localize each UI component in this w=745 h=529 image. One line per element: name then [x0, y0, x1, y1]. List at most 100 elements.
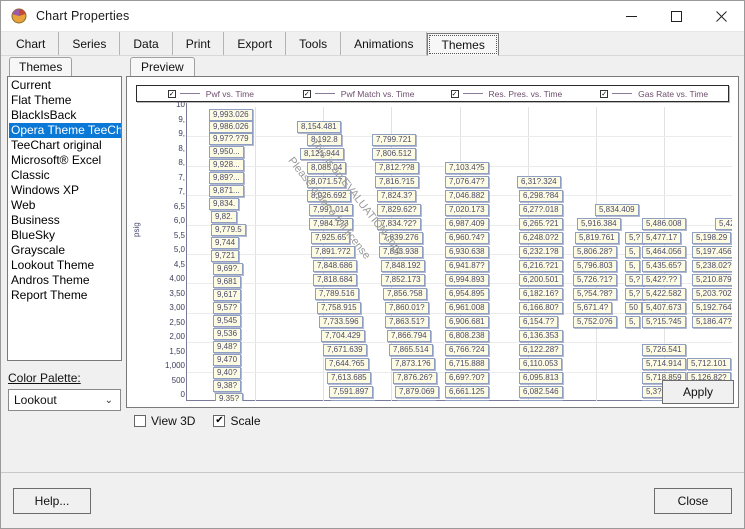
data-point-label: 9,744	[211, 237, 240, 249]
tab-animations[interactable]: Animations	[341, 32, 428, 55]
theme-item-current[interactable]: Current	[9, 78, 121, 93]
data-point-label: 5,671.4?	[573, 302, 613, 314]
y-axis-tick: 5,0	[173, 245, 185, 254]
data-point-label: 9,40?	[213, 367, 242, 379]
theme-item-business[interactable]: Business	[9, 213, 121, 228]
theme-item-flat[interactable]: Flat Theme	[9, 93, 121, 108]
minimize-button[interactable]	[609, 1, 654, 32]
data-point-label: 7,020.173	[445, 204, 489, 216]
maximize-button[interactable]	[654, 1, 699, 32]
theme-listbox[interactable]: Current Flat Theme BlackIsBack Opera The…	[7, 76, 122, 361]
y-axis-tick: 4,5	[173, 259, 185, 269]
data-point-label: 6,065.017	[519, 400, 563, 401]
tab-tools[interactable]: Tools	[286, 32, 342, 55]
chart-pie-icon	[11, 8, 27, 24]
main-tab-strip: Chart Series Data Print Export Tools Ani…	[1, 32, 744, 56]
subtab-themes[interactable]: Themes	[9, 57, 73, 76]
data-point-label: 5,	[625, 246, 640, 258]
dialog-footer: Help... Close	[1, 472, 744, 528]
scale-checkbox-wrap[interactable]: ✔ Scale	[213, 414, 261, 428]
theme-item-blackisback[interactable]: BlackIsBack	[9, 108, 121, 123]
data-point-label: 5,	[625, 316, 640, 328]
color-palette-value: Lookout	[14, 393, 57, 407]
y-axis-tick: 7,	[178, 172, 185, 182]
data-point-label: 9,993.026	[209, 109, 253, 121]
legend-item-res-pres[interactable]: ✓ Res. Pres. vs. Time	[433, 89, 581, 99]
color-palette-label: Color Palette:	[8, 371, 81, 385]
legend-item-pwf-match[interactable]: ✓ Pwf Match vs. Time	[285, 89, 433, 99]
view3d-checkbox[interactable]	[134, 415, 146, 427]
data-point-label: 6,265.?21	[519, 218, 563, 230]
data-point-label: 7,816.?15	[375, 176, 419, 188]
data-point-label: 6,232.1?8	[519, 246, 563, 258]
theme-item-lookout[interactable]: Lookout Theme	[9, 258, 121, 273]
data-point-label: 7,848.686	[313, 260, 357, 272]
preview-pane: Preview ✓ Pwf vs. Time ✓ Pwf Match vs. T…	[124, 56, 744, 472]
data-point-label: 7,704.429	[321, 330, 365, 342]
data-point-label: 7,865.514	[389, 344, 433, 356]
legend-checkbox-icon[interactable]: ✓	[302, 89, 311, 98]
close-button-footer[interactable]: Close	[654, 487, 732, 514]
y-axis-ticks: 10 9, 9, 8, 8, 7, 7, 6,5 6,0 5,5 5,0 4,5 4,00 3,50 3,0…	[145, 77, 185, 407]
apply-button[interactable]: Apply	[662, 380, 734, 404]
theme-item-andros[interactable]: Andros Theme	[9, 273, 121, 288]
data-point-label: 8,085.04	[307, 162, 347, 174]
close-button[interactable]	[699, 1, 744, 32]
tab-series[interactable]: Series	[59, 32, 121, 55]
subtab-preview[interactable]: Preview	[130, 57, 195, 76]
preview-tab-row: Preview	[126, 56, 739, 76]
legend-checkbox-icon[interactable]: ✓	[600, 89, 609, 98]
data-point-label: 5,423.371	[715, 218, 732, 230]
legend-checkbox-icon[interactable]: ✓	[450, 89, 459, 98]
data-point-label: 7,806.512	[372, 148, 416, 160]
y-axis-tick: 8,	[178, 143, 185, 153]
data-point-label: 5,203.?02	[692, 288, 732, 300]
help-button[interactable]: Help...	[13, 487, 91, 514]
data-point-label: 9,57?	[213, 302, 242, 314]
y-axis-tick: 1,000	[164, 361, 185, 370]
scale-checkbox[interactable]: ✔	[213, 415, 226, 427]
plot-area[interactable]: 9,993.026 9,986.026 9,97?.?79 9,950... 9,928…	[187, 107, 732, 401]
theme-item-web[interactable]: Web	[9, 198, 121, 213]
data-point-label: 6,930.638	[445, 246, 489, 258]
theme-item-bluesky[interactable]: BlueSky	[9, 228, 121, 243]
tab-themes[interactable]: Themes	[427, 33, 499, 56]
tab-export[interactable]: Export	[224, 32, 287, 55]
tab-data[interactable]: Data	[120, 32, 173, 55]
dialog-body: Themes Current Flat Theme BlackIsBack Op…	[1, 56, 744, 472]
y-axis-tick: 8,	[178, 158, 185, 167]
data-point-label: 5,42?.??	[642, 274, 682, 286]
tab-chart[interactable]: Chart	[3, 32, 60, 55]
data-point-label: 5,192.764	[692, 302, 732, 314]
theme-item-teechart-orig[interactable]: TeeChart original	[9, 138, 121, 153]
theme-item-classic[interactable]: Classic	[9, 168, 121, 183]
data-point-label: 6,31?.324	[517, 176, 561, 188]
legend-label: Res. Pres. vs. Time	[488, 88, 563, 99]
data-point-label: 7,860.01?	[385, 302, 429, 314]
themes-subtab-row: Themes	[5, 56, 124, 76]
data-point-label: 9,48?	[213, 341, 242, 353]
y-axis-tick: 0	[180, 390, 185, 399]
theme-item-opera[interactable]: Opera Theme TeeCh	[9, 123, 121, 138]
theme-item-grayscale[interactable]: Grayscale	[9, 243, 121, 258]
data-point-label: 8,154.481	[297, 121, 341, 133]
data-point-label: 7,644.?65	[325, 358, 369, 370]
data-point-label: 7,863.51?	[385, 316, 429, 328]
y-axis-tick: 4,00	[169, 274, 185, 283]
data-point-label: 6,200.501	[519, 274, 563, 286]
color-palette-select[interactable]: Lookout ⌄	[8, 389, 121, 411]
data-point-label: 5,819.761	[575, 232, 619, 244]
theme-item-windows-xp[interactable]: Windows XP	[9, 183, 121, 198]
view3d-checkbox-wrap[interactable]: View 3D	[134, 414, 195, 428]
data-point-label: 5,210.879	[692, 274, 732, 286]
theme-item-report[interactable]: Report Theme	[9, 288, 121, 303]
chart-preview[interactable]: ✓ Pwf vs. Time ✓ Pwf Match vs. Time ✓ Re…	[126, 76, 739, 408]
data-point-label: 7,881.63	[397, 400, 437, 401]
theme-item-excel[interactable]: Microsoft® Excel	[9, 153, 121, 168]
data-point-label: 6,987.409	[445, 218, 489, 230]
y-axis-tick: 5,5	[173, 230, 185, 240]
tab-print[interactable]: Print	[173, 32, 225, 55]
legend-item-gas-rate[interactable]: ✓ Gas Rate vs. Time	[580, 89, 728, 99]
data-point-label: 5,726.?1?	[573, 274, 617, 286]
data-point-label: 7,613.685	[327, 372, 371, 384]
